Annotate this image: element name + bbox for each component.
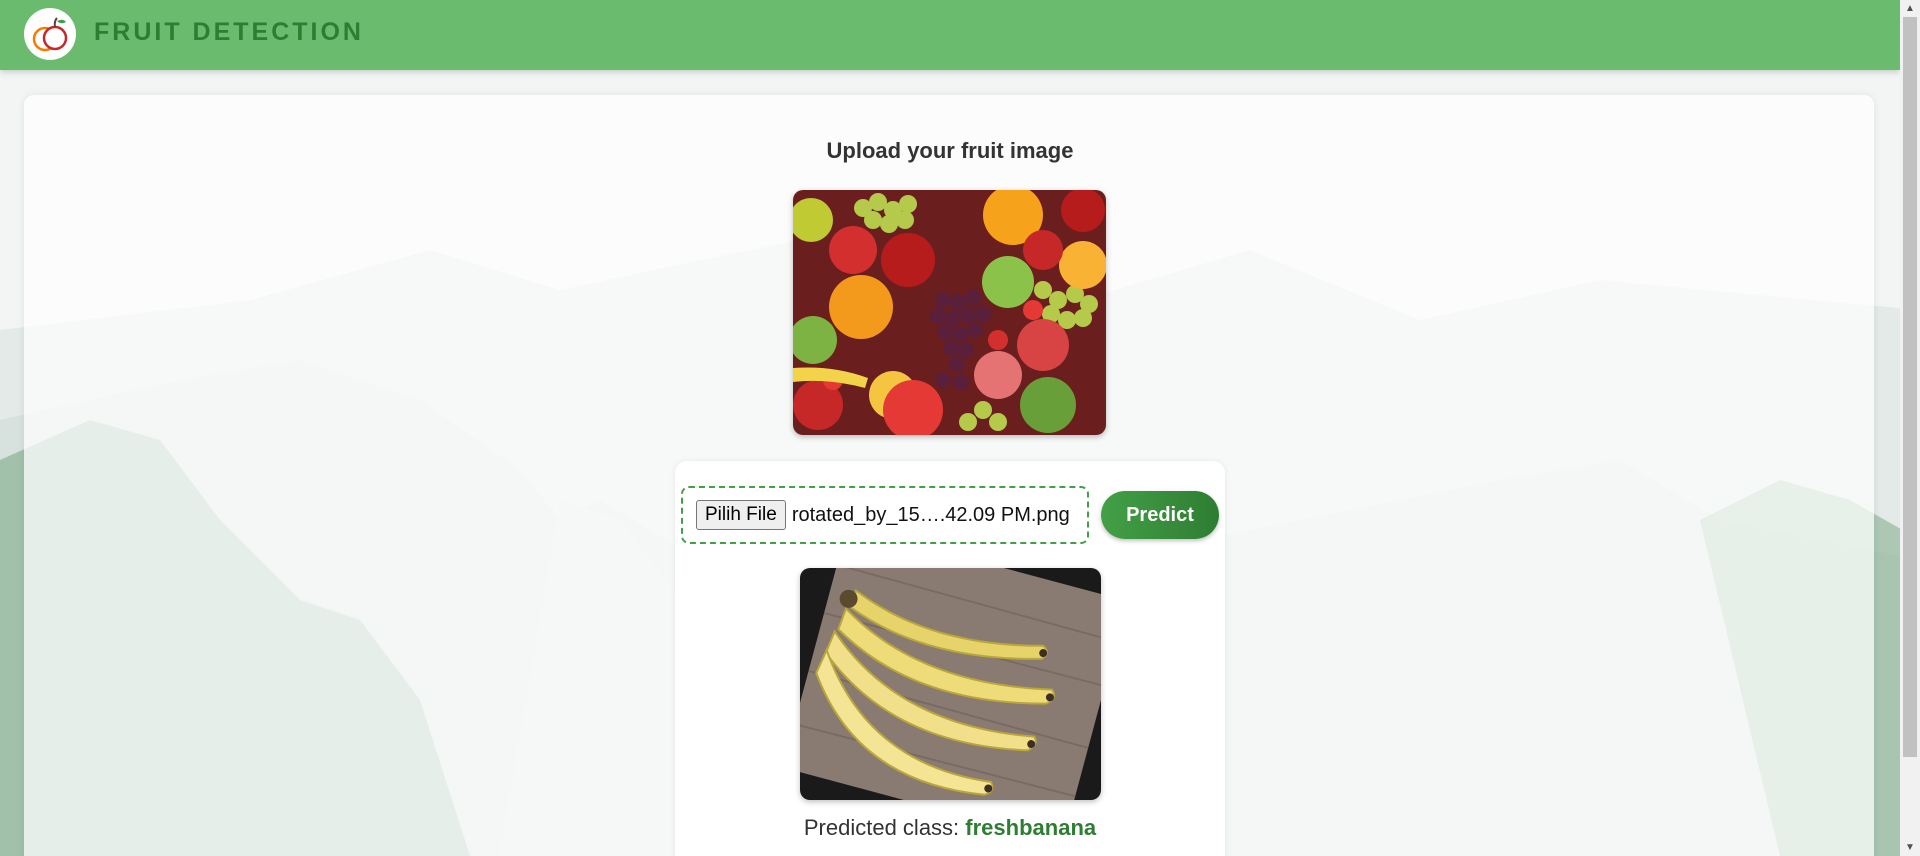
selected-file-name: rotated_by_15….42.09 PM.png bbox=[791, 503, 1070, 526]
uploaded-banana-image bbox=[800, 568, 1101, 800]
predict-button[interactable]: Predict bbox=[1101, 491, 1219, 539]
vertical-scrollbar[interactable]: ▲ ▼ bbox=[1900, 0, 1920, 856]
sample-fruit-image bbox=[793, 190, 1106, 435]
apple-logo-icon[interactable] bbox=[24, 8, 76, 60]
scroll-down-arrow-icon[interactable]: ▼ bbox=[1900, 839, 1920, 856]
brand-title: FRUIT DETECTION bbox=[94, 18, 364, 46]
prediction-result: Predicted class: freshbanana bbox=[675, 815, 1225, 841]
top-header: FRUIT DETECTION bbox=[0, 0, 1900, 70]
prediction-label: Predicted class: bbox=[803, 815, 960, 840]
prediction-panel: Pilih File rotated_by_15….42.09 PM.png P… bbox=[675, 461, 1225, 856]
prediction-value: freshbanana bbox=[965, 815, 1097, 840]
choose-file-button[interactable]: Pilih File bbox=[696, 500, 786, 530]
scroll-up-arrow-icon[interactable]: ▲ bbox=[1900, 0, 1920, 17]
file-upload-area[interactable]: Pilih File rotated_by_15….42.09 PM.png bbox=[681, 486, 1089, 544]
scrollbar-thumb[interactable] bbox=[1903, 17, 1917, 757]
upload-heading: Upload your fruit image bbox=[826, 138, 1074, 163]
